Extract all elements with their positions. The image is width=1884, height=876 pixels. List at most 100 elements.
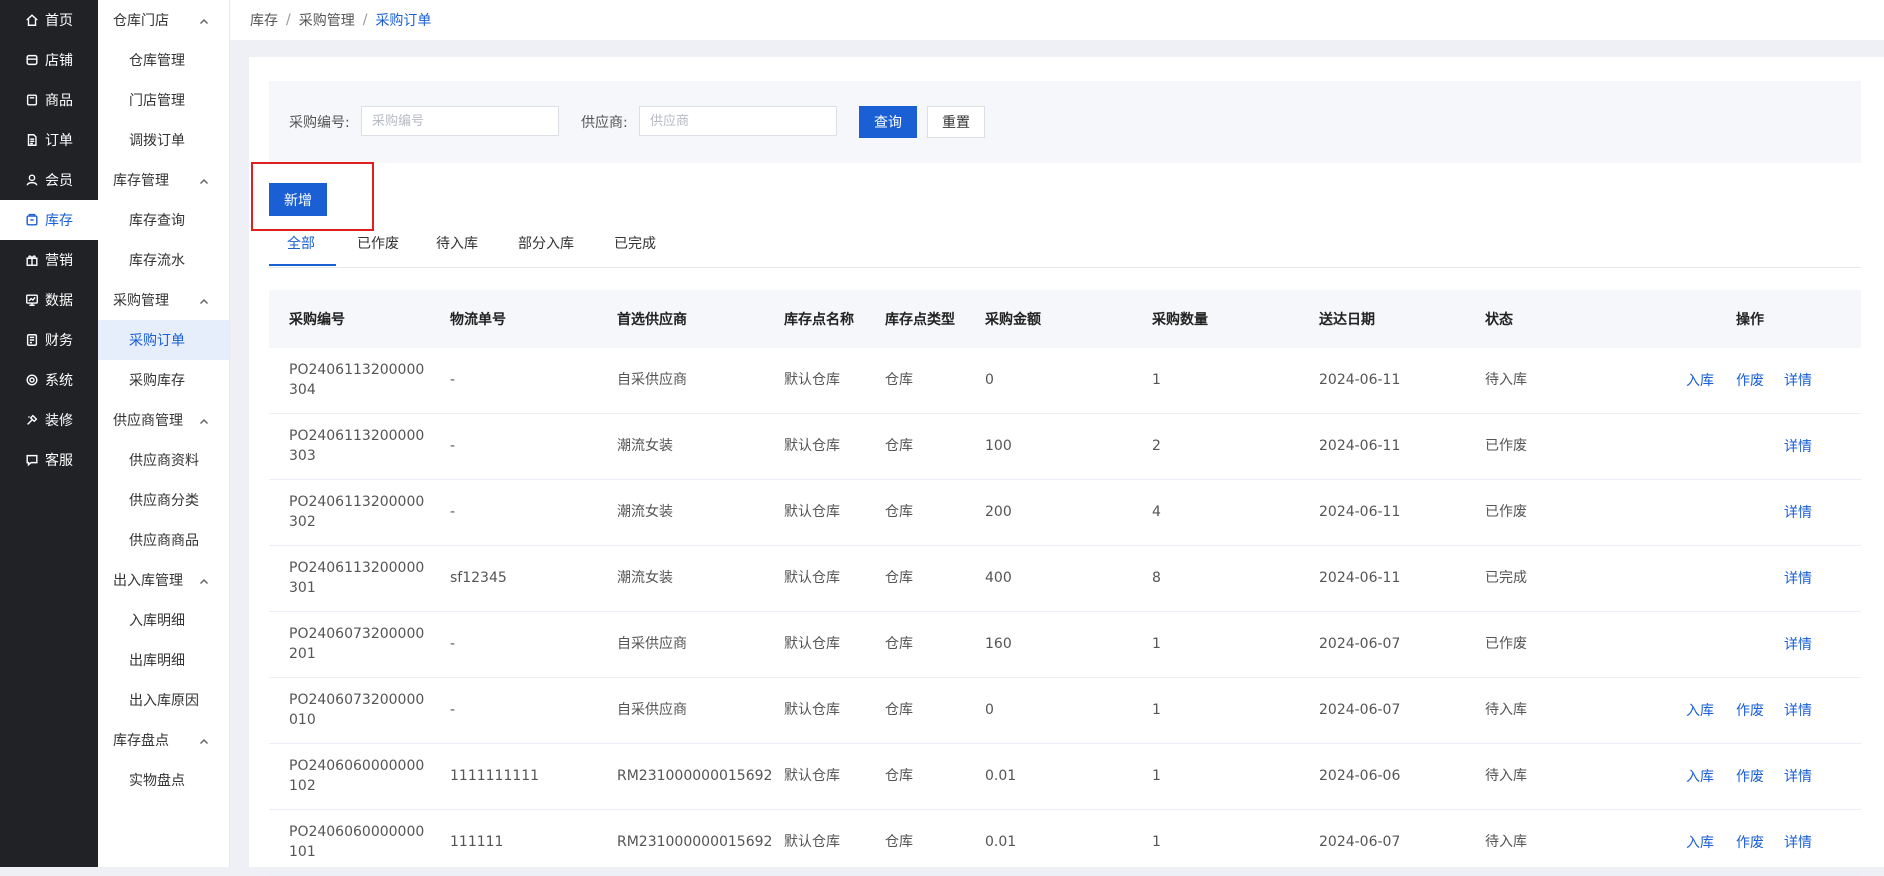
purchase-code-label: 采购编号: bbox=[289, 115, 350, 131]
nav-item-store[interactable]: 店铺 bbox=[0, 40, 98, 80]
nav-item-marketing[interactable]: 营销 bbox=[0, 240, 98, 280]
cell-supplier: RM231000000015692 bbox=[617, 834, 773, 850]
detail-link[interactable]: 详情 bbox=[1784, 414, 1812, 478]
sidebar-group-header[interactable]: 出入库管理 bbox=[98, 560, 229, 600]
cell-supplier: 潮流女装 bbox=[617, 570, 673, 586]
stock-in-link[interactable]: 入库 bbox=[1686, 810, 1714, 874]
nav-item-label: 库存 bbox=[45, 213, 73, 229]
void-link[interactable]: 作废 bbox=[1736, 810, 1764, 874]
detail-link[interactable]: 详情 bbox=[1784, 678, 1812, 742]
nav-item-label: 装修 bbox=[45, 413, 73, 429]
nav-item-system[interactable]: 系统 bbox=[0, 360, 98, 400]
sidebar-item[interactable]: 入库明细 bbox=[98, 600, 229, 640]
nav-item-product[interactable]: 商品 bbox=[0, 80, 98, 120]
sidebar-item[interactable]: 库存查询 bbox=[98, 200, 229, 240]
void-link[interactable]: 作废 bbox=[1736, 678, 1764, 742]
reset-button[interactable]: 重置 bbox=[927, 106, 985, 138]
nav-item-inventory[interactable]: 库存 bbox=[0, 200, 98, 240]
sidebar-group-header[interactable]: 库存盘点 bbox=[98, 720, 229, 760]
cell-code: PO2406113200000302 bbox=[289, 494, 425, 530]
nav-item-label: 数据 bbox=[45, 293, 73, 309]
detail-link[interactable]: 详情 bbox=[1784, 810, 1812, 874]
tab-voided[interactable]: 已作废 bbox=[357, 233, 399, 267]
sidebar-group-title: 仓库门店 bbox=[113, 13, 169, 29]
detail-link[interactable]: 详情 bbox=[1784, 612, 1812, 676]
cell-location-type: 仓库 bbox=[885, 636, 913, 652]
nav-item-data[interactable]: 数据 bbox=[0, 280, 98, 320]
th-amount: 采购金额 bbox=[985, 312, 1041, 328]
tab-pending[interactable]: 待入库 bbox=[436, 233, 478, 267]
sidebar-item[interactable]: 采购库存 bbox=[98, 360, 229, 400]
th-code: 采购编号 bbox=[289, 312, 345, 328]
cell-location-name: 默认仓库 bbox=[784, 504, 840, 520]
sidebar-item[interactable]: 供应商资料 bbox=[98, 440, 229, 480]
cell-amount: 0 bbox=[985, 372, 994, 388]
nav-item-service[interactable]: 客服 bbox=[0, 440, 98, 480]
cell-date: 2024-06-07 bbox=[1319, 702, 1401, 718]
tab-partial[interactable]: 部分入库 bbox=[518, 233, 574, 267]
cell-amount: 0 bbox=[985, 702, 994, 718]
cell-date: 2024-06-11 bbox=[1319, 372, 1401, 388]
detail-link[interactable]: 详情 bbox=[1784, 480, 1812, 544]
cell-logistics: - bbox=[450, 372, 456, 388]
cell-date: 2024-06-11 bbox=[1319, 570, 1401, 586]
gear-icon bbox=[24, 372, 40, 388]
home-icon bbox=[24, 12, 40, 28]
cell-code: PO2406060000000102 bbox=[289, 758, 425, 794]
void-link[interactable]: 作废 bbox=[1736, 348, 1764, 412]
main-card: 采购编号: 供应商: 查询 重置 新增 全部已作废待入库部分入库已完成 采购编号… bbox=[249, 57, 1884, 876]
search-button[interactable]: 查询 bbox=[859, 106, 917, 138]
chevron-up-icon bbox=[199, 175, 209, 185]
nav-item-home[interactable]: 首页 bbox=[0, 0, 98, 40]
cell-location-name: 默认仓库 bbox=[784, 702, 840, 718]
sidebar-group-header[interactable]: 采购管理 bbox=[98, 280, 229, 320]
sidebar-group-header[interactable]: 仓库门店 bbox=[98, 0, 229, 40]
cell-date: 2024-06-07 bbox=[1319, 636, 1401, 652]
sidebar-item[interactable]: 出库明细 bbox=[98, 640, 229, 680]
cell-logistics: sf12345 bbox=[450, 570, 507, 586]
nav-item-member[interactable]: 会员 bbox=[0, 160, 98, 200]
tab-all[interactable]: 全部 bbox=[287, 233, 315, 267]
sidebar-group-header[interactable]: 库存管理 bbox=[98, 160, 229, 200]
detail-link[interactable]: 详情 bbox=[1784, 744, 1812, 808]
tab-completed[interactable]: 已完成 bbox=[614, 233, 656, 267]
sidebar-item[interactable]: 供应商分类 bbox=[98, 480, 229, 520]
table-row: PO2406113200000301 sf12345 潮流女装 默认仓库 仓库 400 8 2… bbox=[269, 546, 1861, 612]
nav-item-label: 商品 bbox=[45, 93, 73, 109]
detail-link[interactable]: 详情 bbox=[1784, 546, 1812, 610]
sidebar-group-header[interactable]: 供应商管理 bbox=[98, 400, 229, 440]
supplier-input[interactable] bbox=[639, 106, 837, 136]
sidebar-item[interactable]: 仓库管理 bbox=[98, 40, 229, 80]
sidebar-item[interactable]: 采购订单 bbox=[98, 320, 229, 360]
gift-icon bbox=[24, 252, 40, 268]
cell-status: 待入库 bbox=[1485, 702, 1527, 718]
th-date: 送达日期 bbox=[1319, 312, 1375, 328]
filter-panel: 采购编号: 供应商: 查询 重置 bbox=[269, 81, 1861, 163]
stock-in-link[interactable]: 入库 bbox=[1686, 744, 1714, 808]
detail-link[interactable]: 详情 bbox=[1784, 348, 1812, 412]
purchase-code-input[interactable] bbox=[361, 106, 559, 136]
sidebar-item[interactable]: 出入库原因 bbox=[98, 680, 229, 720]
sidebar-item[interactable]: 库存流水 bbox=[98, 240, 229, 280]
sidebar-item[interactable]: 供应商商品 bbox=[98, 520, 229, 560]
cell-quantity: 1 bbox=[1152, 702, 1161, 718]
sidebar-item[interactable]: 实物盘点 bbox=[98, 760, 229, 800]
table-body: PO2406113200000304- 自采供应商 默认仓库 仓库 0 1 2024-06-… bbox=[269, 348, 1861, 876]
breadcrumb-level1[interactable]: 库存 bbox=[250, 10, 278, 30]
sidebar-item[interactable]: 门店管理 bbox=[98, 80, 229, 120]
stock-in-link[interactable]: 入库 bbox=[1686, 348, 1714, 412]
nav-item-order[interactable]: 订单 bbox=[0, 120, 98, 160]
sidebar-item[interactable]: 调拨订单 bbox=[98, 120, 229, 160]
nav-item-finance[interactable]: 财务 bbox=[0, 320, 98, 360]
void-link[interactable]: 作废 bbox=[1736, 744, 1764, 808]
add-button[interactable]: 新增 bbox=[269, 183, 327, 216]
status-tabs: 全部 已作废 待入库 部分入库 已完成 bbox=[269, 233, 1861, 268]
stock-in-link[interactable]: 入库 bbox=[1686, 678, 1714, 742]
th-actions: 操作 bbox=[1736, 312, 1764, 328]
table-row: PO2406060000000101 111111 RM23100000001569… bbox=[269, 810, 1861, 876]
nav-item-decorate[interactable]: 装修 bbox=[0, 400, 98, 440]
breadcrumb: 库存 / 采购管理 / 采购订单 bbox=[230, 0, 1884, 40]
breadcrumb-separator: / bbox=[286, 12, 291, 28]
breadcrumb-level2[interactable]: 采购管理 bbox=[299, 10, 355, 30]
cell-status: 已完成 bbox=[1485, 570, 1527, 586]
